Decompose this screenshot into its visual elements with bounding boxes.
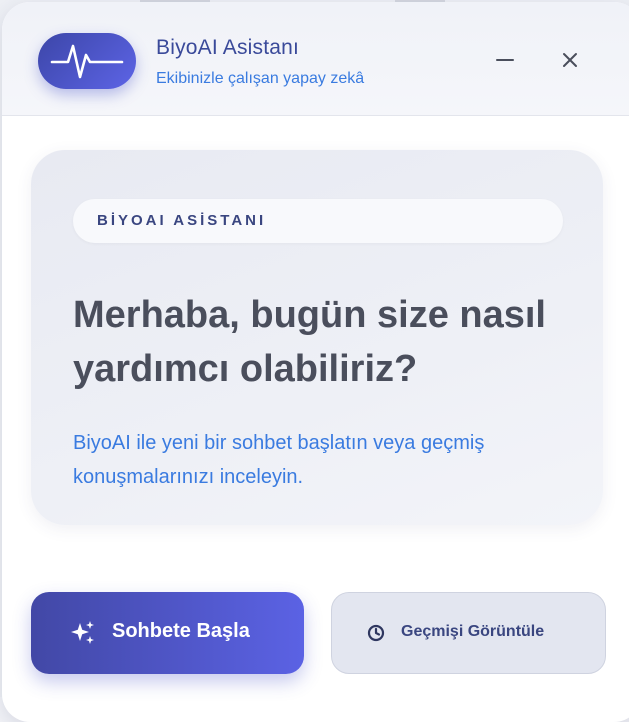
heartbeat-pulse-icon: [38, 33, 136, 89]
welcome-card: BİYOAI ASİSTANI Merhaba, bugün size nası…: [31, 150, 603, 525]
assistant-subtitle: Ekibinizle çalışan yapay zekâ: [156, 70, 365, 87]
sparkles-icon: [69, 619, 97, 652]
clock-icon: [367, 624, 385, 647]
view-history-label: Geçmişi Görüntüle: [401, 623, 545, 640]
welcome-description: BiyoAI ile yeni bir sohbet başlatın veya…: [73, 432, 485, 488]
close-button[interactable]: [552, 42, 588, 78]
assistant-panel: BiyoAI Asistanı Ekibinizle çalışan yapay…: [2, 2, 629, 722]
assistant-badge-label: BİYOAI ASİSTANI: [97, 212, 267, 229]
minimize-icon: [496, 59, 514, 61]
start-chat-label: Sohbete Başla: [112, 620, 250, 642]
panel-header: BiyoAI Asistanı Ekibinizle çalışan yapay…: [2, 2, 629, 116]
view-history-button[interactable]: Geçmişi Görüntüle: [331, 592, 606, 674]
start-chat-button[interactable]: Sohbete Başla: [31, 592, 304, 674]
welcome-headline: Merhaba, bugün size nasıl yardımcı olabi…: [73, 294, 546, 390]
assistant-badge: BİYOAI ASİSTANI: [73, 199, 563, 243]
minimize-button[interactable]: [487, 42, 523, 78]
close-icon: [563, 53, 577, 67]
assistant-title: BiyoAI Asistanı: [156, 36, 300, 59]
